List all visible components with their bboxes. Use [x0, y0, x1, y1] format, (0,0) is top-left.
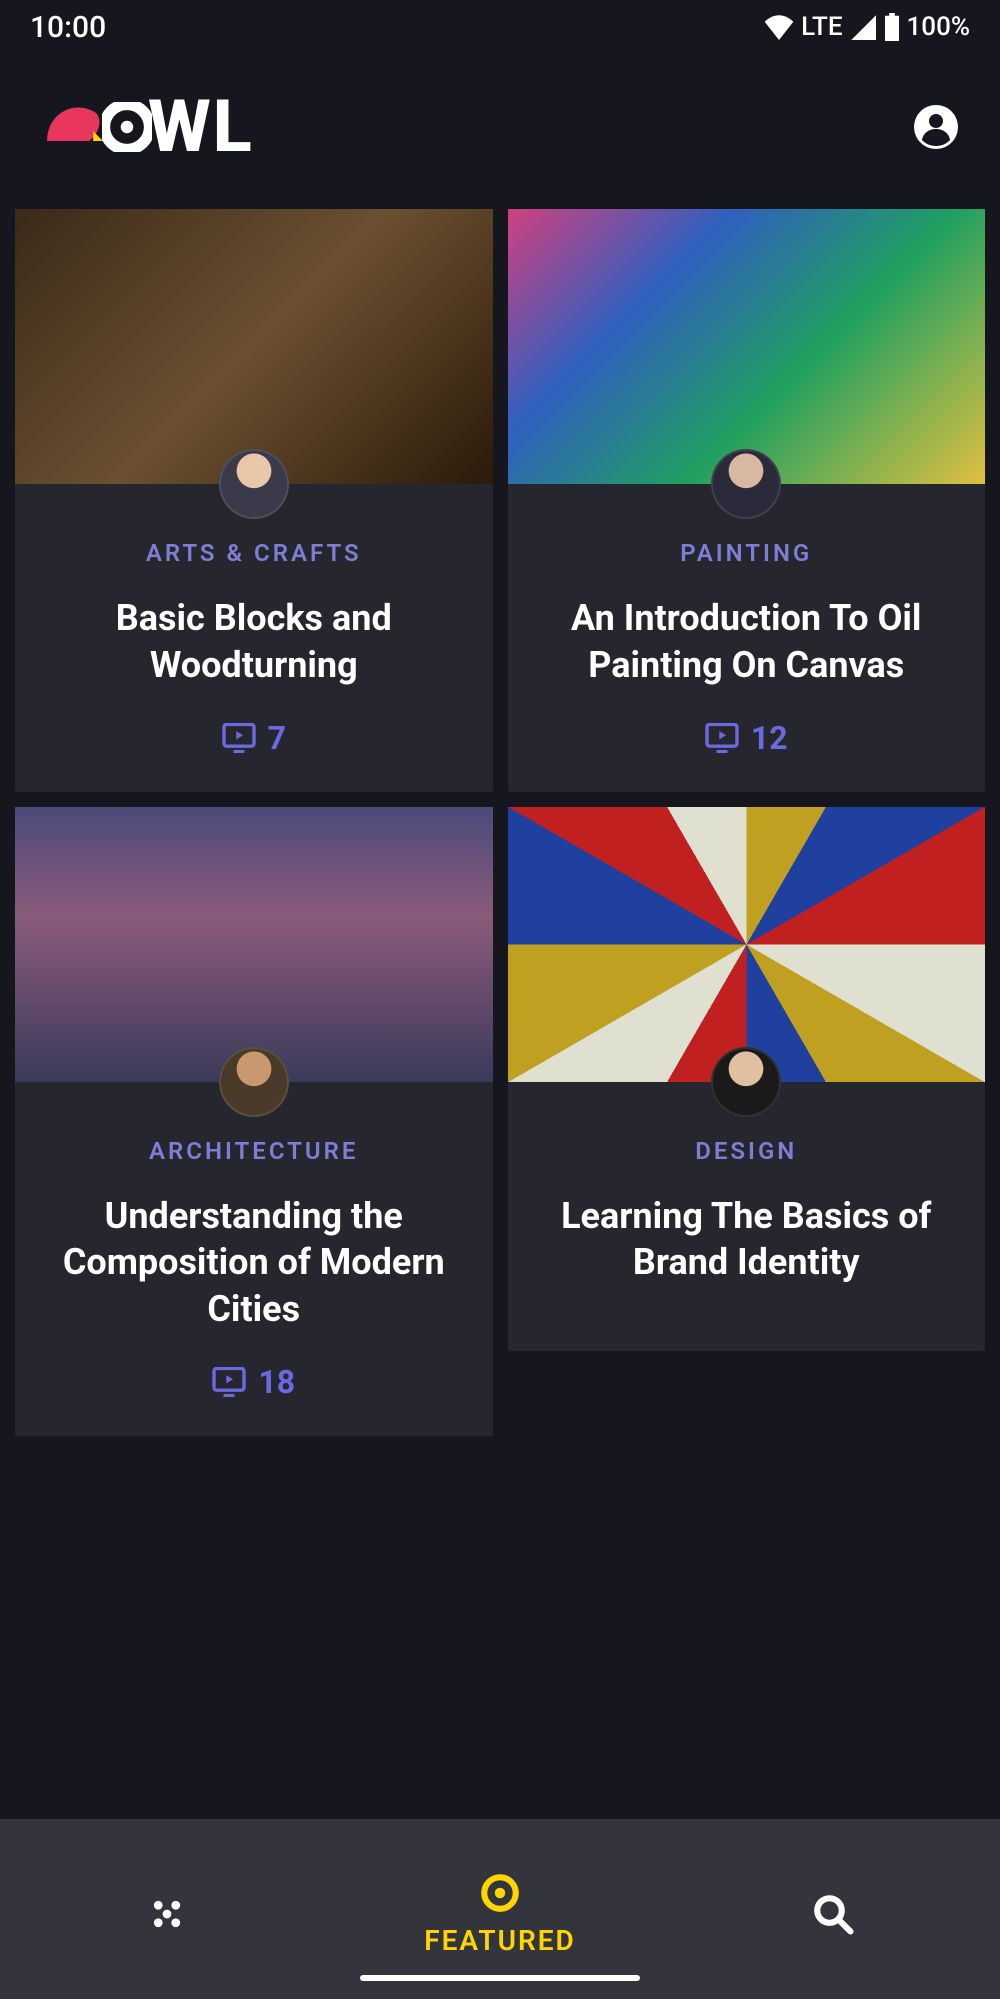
- target-icon: [479, 1872, 521, 1914]
- nav-label-featured: FEATURED: [424, 1924, 576, 1957]
- course-body: DESIGN Learning The Basics of Brand Iden…: [508, 1082, 986, 1352]
- course-body: PAINTING An Introduction To Oil Painting…: [508, 484, 986, 792]
- course-card[interactable]: ARCHITECTURE Understanding the Compositi…: [15, 807, 493, 1436]
- nav-featured[interactable]: FEATURED: [400, 1872, 600, 1957]
- status-time: 10:00: [30, 10, 106, 45]
- bottom-nav: FEATURED: [0, 1819, 1000, 1999]
- course-card[interactable]: ARTS & CRAFTS Basic Blocks and Woodturni…: [15, 209, 493, 792]
- course-title: Understanding the Composition of Modern …: [35, 1193, 473, 1333]
- wifi-icon: [763, 14, 795, 40]
- signal-icon: [849, 14, 877, 40]
- video-count: 12: [528, 719, 966, 757]
- profile-icon[interactable]: [912, 103, 960, 151]
- video-count: 18: [35, 1363, 473, 1401]
- network-label: LTE: [801, 12, 842, 42]
- instructor-avatar[interactable]: [219, 1047, 289, 1117]
- course-category: ARCHITECTURE: [35, 1137, 473, 1165]
- app-logo[interactable]: OWLWL: [40, 84, 254, 169]
- owl-logo-icon: [40, 92, 110, 162]
- course-body: ARTS & CRAFTS Basic Blocks and Woodturni…: [15, 484, 493, 792]
- course-category: DESIGN: [528, 1137, 966, 1165]
- course-image: [15, 209, 493, 484]
- video-count: 7: [35, 719, 473, 757]
- app-header: OWLWL: [0, 54, 1000, 209]
- status-bar: 10:00 LTE 100%: [0, 0, 1000, 54]
- instructor-avatar[interactable]: [711, 449, 781, 519]
- course-image: [508, 807, 986, 1082]
- video-icon: [212, 1367, 246, 1397]
- video-icon: [222, 723, 256, 753]
- course-title: An Introduction To Oil Painting On Canva…: [528, 595, 966, 689]
- course-card[interactable]: PAINTING An Introduction To Oil Painting…: [508, 209, 986, 792]
- course-category: PAINTING: [528, 539, 966, 567]
- battery-pct: 100%: [907, 12, 970, 42]
- logo-o-icon: [102, 102, 152, 152]
- instructor-avatar[interactable]: [711, 1047, 781, 1117]
- nav-search[interactable]: [733, 1893, 933, 1935]
- grid-icon: [146, 1893, 188, 1935]
- video-icon: [705, 723, 739, 753]
- home-indicator: [360, 1975, 640, 1981]
- instructor-avatar[interactable]: [219, 449, 289, 519]
- course-title: Basic Blocks and Woodturning: [35, 595, 473, 689]
- battery-icon: [883, 13, 901, 41]
- course-title: Learning The Basics of Brand Identity: [528, 1193, 966, 1287]
- logo-text: OWLWL: [110, 84, 254, 169]
- course-category: ARTS & CRAFTS: [35, 539, 473, 567]
- course-image: [508, 209, 986, 484]
- status-icons: LTE 100%: [763, 12, 970, 42]
- course-body: ARCHITECTURE Understanding the Compositi…: [15, 1082, 493, 1436]
- course-card[interactable]: DESIGN Learning The Basics of Brand Iden…: [508, 807, 986, 1352]
- nav-explore[interactable]: [67, 1893, 267, 1935]
- search-icon: [812, 1893, 854, 1935]
- course-image: [15, 807, 493, 1082]
- course-grid: ARTS & CRAFTS Basic Blocks and Woodturni…: [0, 209, 1000, 1451]
